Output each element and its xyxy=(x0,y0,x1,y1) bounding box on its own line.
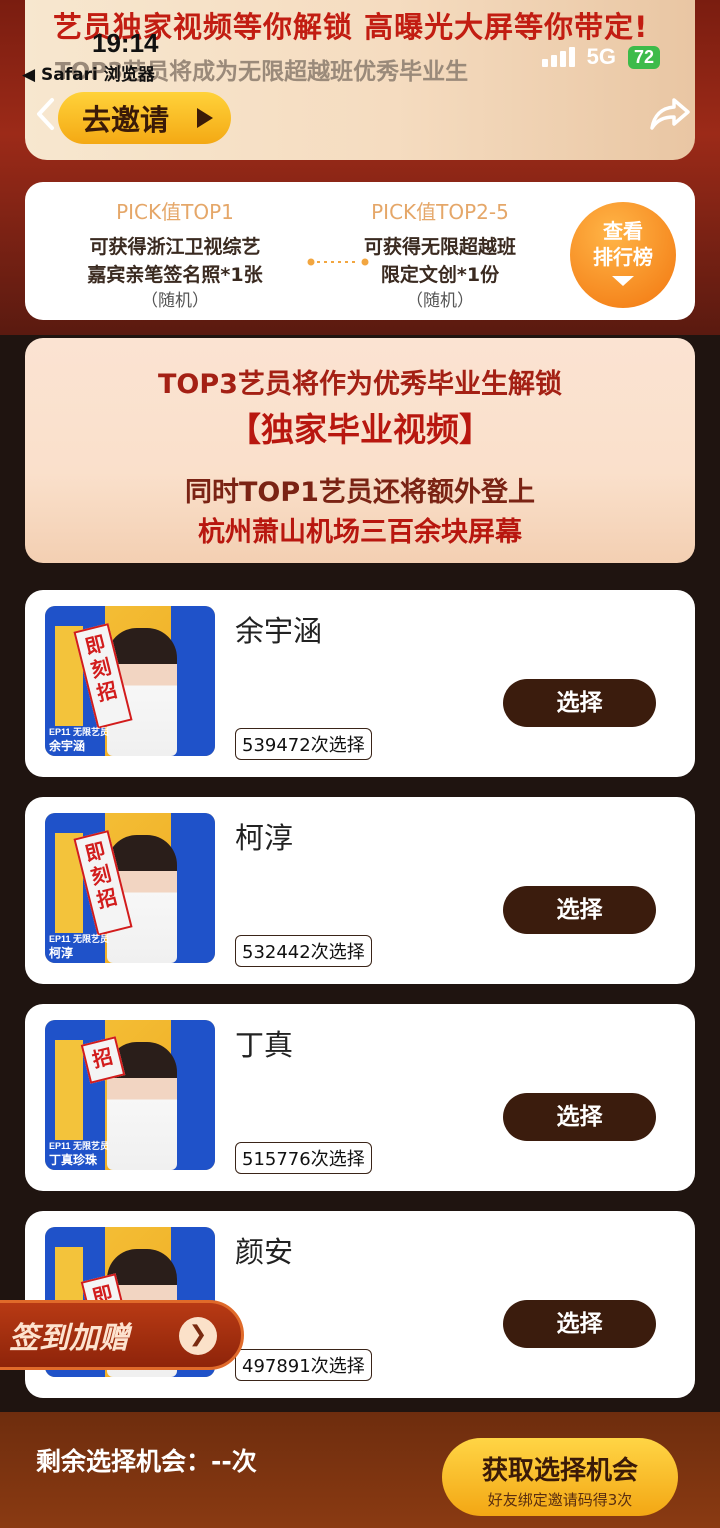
signal-icon xyxy=(541,47,575,67)
view-ranking-button[interactable]: 查看 排行榜 xyxy=(570,202,676,308)
prize-top1: PICK值TOP1 可获得浙江卫视综艺 嘉宾亲笔签名照*1张 （随机） xyxy=(65,196,285,313)
prize-top2-line2: 限定文创*1份 xyxy=(380,264,500,286)
prize-card: PICK值TOP1 可获得浙江卫视综艺 嘉宾亲笔签名照*1张 （随机） PICK… xyxy=(25,182,695,320)
prize-top2-line1: 可获得无限超越班 xyxy=(363,236,516,258)
candidate-photo: 即刻招 EP11 无限艺员 余宇涵 xyxy=(45,606,215,756)
candidate-name: 柯淳 xyxy=(235,821,294,855)
select-button[interactable]: 选择 xyxy=(503,1093,656,1141)
candidate-count: 515776次选择 xyxy=(235,1142,372,1174)
prize-top2-5: PICK值TOP2-5 可获得无限超越班 限定文创*1份 （随机） xyxy=(335,196,545,313)
thumb-name: 丁真珍珠 xyxy=(49,1153,98,1167)
candidate-name: 余宇涵 xyxy=(235,614,323,648)
candidate-card: 即刻招 EP11 无限艺员 余宇涵 余宇涵 539472次选择 选择 xyxy=(25,590,695,777)
rank-line2: 排行榜 xyxy=(593,245,653,269)
get-chances-sub: 好友绑定邀请码得3次 xyxy=(487,1491,633,1509)
prize-top2-title: PICK值TOP2-5 xyxy=(371,200,509,224)
rank-line1: 查看 xyxy=(603,219,643,243)
bottom-bar: 剩余选择机会：--次 获取选择机会 好友绑定邀请码得3次 xyxy=(0,1412,720,1528)
get-chances-button[interactable]: 获取选择机会 好友绑定邀请码得3次 xyxy=(442,1438,678,1516)
prize-top2-note: （随机） xyxy=(406,291,474,311)
candidate-count: 532442次选择 xyxy=(235,935,372,967)
promo-line1: TOP3艺员将作为优秀毕业生解锁 xyxy=(158,369,562,400)
back-to-app[interactable]: ◀ Safari 浏览器 xyxy=(22,60,155,85)
prize-top1-note: （随机） xyxy=(141,291,209,311)
select-button[interactable]: 选择 xyxy=(503,1300,656,1348)
select-button[interactable]: 选择 xyxy=(503,886,656,934)
play-icon xyxy=(197,108,213,128)
candidate-count: 497891次选择 xyxy=(235,1349,372,1381)
promo-line3: 同时TOP1艺员还将额外登上 xyxy=(185,477,535,508)
invite-button[interactable]: 去邀请 xyxy=(58,92,231,144)
promo-card: TOP3艺员将作为优秀毕业生解锁 【独家毕业视频】 同时TOP1艺员还将额外登上… xyxy=(25,338,695,563)
get-chances-label: 获取选择机会 xyxy=(481,1456,638,1486)
status-indicators: 5G 72 xyxy=(541,44,660,70)
chevron-down-icon xyxy=(612,276,634,286)
battery-icon: 72 xyxy=(627,45,660,69)
remaining-chances: 剩余选择机会：--次 xyxy=(36,1447,257,1476)
thumb-name: 柯淳 xyxy=(49,946,74,960)
select-button[interactable]: 选择 xyxy=(503,679,656,727)
invite-label: 去邀请 xyxy=(82,103,170,137)
prize-top1-title: PICK值TOP1 xyxy=(116,200,234,224)
status-time: 19:14 xyxy=(92,28,159,58)
candidate-card: 即刻招 EP11 无限艺员 柯淳 柯淳 532442次选择 选择 xyxy=(25,797,695,984)
prize-top1-line1: 可获得浙江卫视综艺 xyxy=(89,236,261,258)
candidate-count: 539472次选择 xyxy=(235,728,372,760)
candidate-card: 招 EP11 无限艺员 丁真珍珠 丁真 515776次选择 选择 xyxy=(25,1004,695,1191)
back-chevron-icon[interactable] xyxy=(34,96,56,132)
thumb-name: 余宇涵 xyxy=(49,739,86,753)
network-type: 5G xyxy=(586,44,616,69)
candidate-name: 颜安 xyxy=(235,1235,294,1269)
candidate-photo: 招 EP11 无限艺员 丁真珍珠 xyxy=(45,1020,215,1170)
signin-bonus-button[interactable]: 签到加赠 ❯ xyxy=(0,1300,244,1370)
chevron-right-icon: ❯ xyxy=(179,1317,217,1355)
share-icon[interactable] xyxy=(648,94,692,134)
promo-line2: 【独家毕业视频】 xyxy=(228,410,492,449)
promo-line4: 杭州萧山机场三百余块屏幕 xyxy=(198,517,522,548)
signin-label: 签到加赠 xyxy=(9,1321,129,1356)
candidate-photo: 即刻招 EP11 无限艺员 柯淳 xyxy=(45,813,215,963)
prize-top1-line2: 嘉宾亲笔签名照*1张 xyxy=(87,264,263,286)
candidate-name: 丁真 xyxy=(235,1028,294,1062)
